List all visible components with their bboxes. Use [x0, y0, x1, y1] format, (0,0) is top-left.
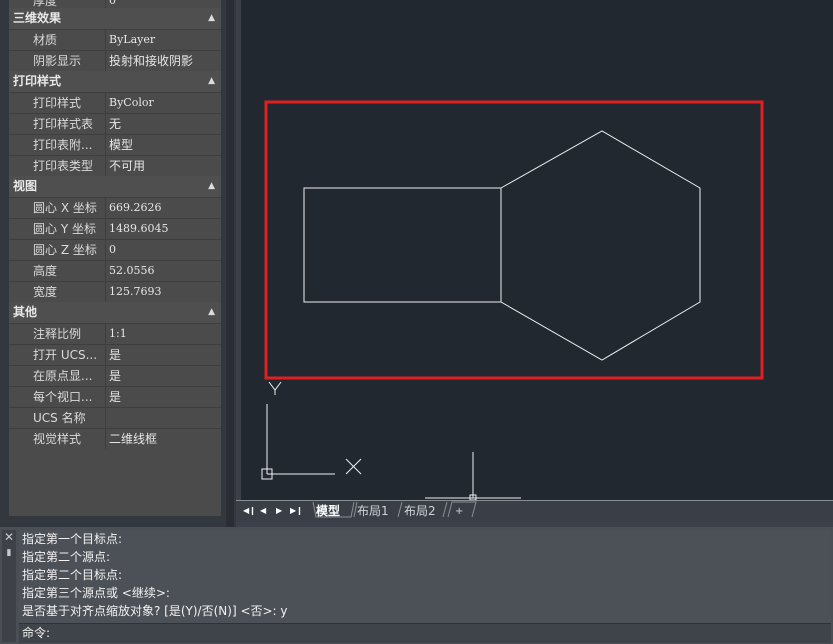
section-title: 视图 — [13, 179, 38, 193]
property-label: 高度 — [9, 261, 105, 281]
property-label: 每个视口... — [9, 387, 105, 407]
section-title: 其他 — [13, 305, 38, 319]
property-value[interactable]: ByColor — [105, 93, 221, 113]
property-row[interactable]: 圆心 Y 坐标 1489.6045 — [9, 218, 221, 239]
property-label: 打印样式 — [9, 93, 105, 113]
prev-tab-icon[interactable]: ◀ — [260, 506, 266, 515]
command-window-handle[interactable]: ✕ ▮ — [2, 530, 16, 642]
property-label: 打印表附... — [9, 135, 105, 155]
property-row[interactable]: 圆心 X 坐标 669.2626 — [9, 197, 221, 218]
command-line: 指定第二个目标点: — [22, 568, 123, 582]
collapse-arrow-icon[interactable]: ▲ — [208, 176, 215, 197]
property-row[interactable]: 打开 UCS... 是 — [9, 344, 221, 365]
property-value[interactable]: 52.0556 — [105, 261, 221, 281]
property-row[interactable]: 材质 ByLayer — [9, 29, 221, 50]
section-header[interactable]: 视图 ▲ — [9, 176, 221, 197]
drawing-canvas[interactable] — [241, 0, 833, 500]
property-value[interactable]: ByLayer — [105, 30, 221, 50]
property-row[interactable]: 注释比例 1:1 — [9, 323, 221, 344]
command-line: 指定第二个源点: — [22, 550, 111, 564]
property-label: 打印样式表 — [9, 114, 105, 134]
property-label: UCS 名称 — [9, 408, 105, 428]
property-value[interactable] — [105, 408, 221, 428]
tab-layout1[interactable]: 布局1 — [357, 503, 389, 520]
property-label: 阴影显示 — [9, 51, 105, 71]
last-tab-icon[interactable]: ▶❙ — [290, 506, 303, 515]
hexagon-shape[interactable] — [500, 130, 701, 361]
property-label: 注释比例 — [9, 324, 105, 344]
property-value[interactable]: 投射和接收阴影 — [105, 51, 221, 71]
property-row[interactable]: 每个视口... 是 — [9, 386, 221, 407]
tab-layout2[interactable]: 布局2 — [404, 503, 436, 520]
properties-scrollbar[interactable] — [226, 0, 234, 527]
property-value[interactable]: 125.7693 — [105, 282, 221, 302]
rectangle-shape[interactable] — [303, 187, 502, 303]
property-value[interactable]: 无 — [105, 114, 221, 134]
property-row[interactable]: 视觉样式 二维线框 — [9, 428, 221, 449]
command-line: 是否基于对齐点缩放对象? [是(Y)/否(N)] <否>: y — [22, 604, 288, 618]
property-value[interactable]: 是 — [105, 366, 221, 386]
tab-add-button[interactable]: + — [455, 503, 463, 520]
property-value[interactable]: 0 — [105, 240, 221, 260]
property-row[interactable]: 打印样式表无 — [9, 113, 221, 134]
command-line: 指定第三个源点或 <继续>: — [22, 586, 170, 600]
property-label: 打开 UCS... — [9, 345, 105, 365]
property-row[interactable]: 阴影显示 投射和接收阴影 — [9, 50, 221, 71]
properties-grid: 厚度 0 三维效果 ▲ 材质 ByLayer 阴影显示 投射和接收阴影 打印样式 ▲ 打印样式 B… — [9, 0, 221, 516]
command-line: 指定第一个目标点: — [22, 532, 123, 546]
close-icon[interactable]: ✕ — [2, 530, 16, 544]
property-label: 宽度 — [9, 282, 105, 302]
section-header[interactable]: 三维效果 ▲ — [9, 8, 221, 29]
layout-tabs-bar: ◀❙ ◀ ▶ ▶❙ 模型 布局1 布局2 + — [236, 500, 833, 522]
collapse-arrow-icon[interactable]: ▲ — [208, 302, 215, 323]
collapse-arrow-icon[interactable]: ▲ — [208, 8, 215, 29]
property-row[interactable]: 打印表类型 不可用 — [9, 155, 221, 176]
property-label: 打印表类型 — [9, 156, 105, 176]
property-row[interactable]: 宽度 125.7693 — [9, 281, 221, 302]
property-value[interactable]: 是 — [105, 387, 221, 407]
property-value[interactable]: 不可用 — [105, 156, 221, 176]
property-label: 材质 — [9, 30, 105, 50]
section-header[interactable]: 打印样式 ▲ — [9, 71, 221, 92]
crosshair-cursor — [425, 452, 521, 500]
first-tab-icon[interactable]: ◀❙ — [243, 506, 256, 515]
next-tab-icon[interactable]: ▶ — [276, 506, 282, 515]
property-row[interactable]: 打印表附... 模型 — [9, 134, 221, 155]
property-row[interactable]: UCS 名称 — [9, 407, 221, 428]
property-label: 圆心 X 坐标 — [9, 198, 105, 218]
selection-rectangle[interactable] — [264, 100, 764, 380]
ucs-icon — [261, 381, 362, 480]
property-row[interactable]: 打印样式 ByColor — [9, 92, 221, 113]
prop-value[interactable]: 0 — [105, 0, 221, 8]
property-value[interactable]: 1489.6045 — [105, 219, 221, 239]
command-prompt: 命令: — [22, 626, 51, 640]
collapse-arrow-icon[interactable]: ▲ — [208, 71, 215, 92]
command-input[interactable]: 命令: — [19, 623, 831, 643]
property-value[interactable]: 669.2626 — [105, 198, 221, 218]
property-label: 圆心 Z 坐标 — [9, 240, 105, 260]
property-value[interactable]: 1:1 — [105, 324, 221, 344]
tab-model[interactable]: 模型 — [316, 503, 340, 520]
command-history: 指定第一个目标点: 指定第二个源点: 指定第二个目标点: 指定第三个源点或 <继… — [19, 530, 831, 628]
section-title: 三维效果 — [13, 11, 62, 25]
property-row[interactable]: 高度 52.0556 — [9, 260, 221, 281]
section-header[interactable]: 其他 ▲ — [9, 302, 221, 323]
property-label: 在原点显... — [9, 366, 105, 386]
property-label: 圆心 Y 坐标 — [9, 219, 105, 239]
prop-label: 厚度 — [9, 0, 105, 8]
property-value[interactable]: 是 — [105, 345, 221, 365]
section-title: 打印样式 — [13, 74, 62, 88]
property-value[interactable]: 模型 — [105, 135, 221, 155]
property-row[interactable]: 圆心 Z 坐标 0 — [9, 239, 221, 260]
options-icon[interactable]: ▮ — [2, 546, 16, 560]
property-label: 视觉样式 — [9, 429, 105, 449]
property-row[interactable]: 在原点显... 是 — [9, 365, 221, 386]
property-value[interactable]: 二维线框 — [105, 429, 221, 449]
